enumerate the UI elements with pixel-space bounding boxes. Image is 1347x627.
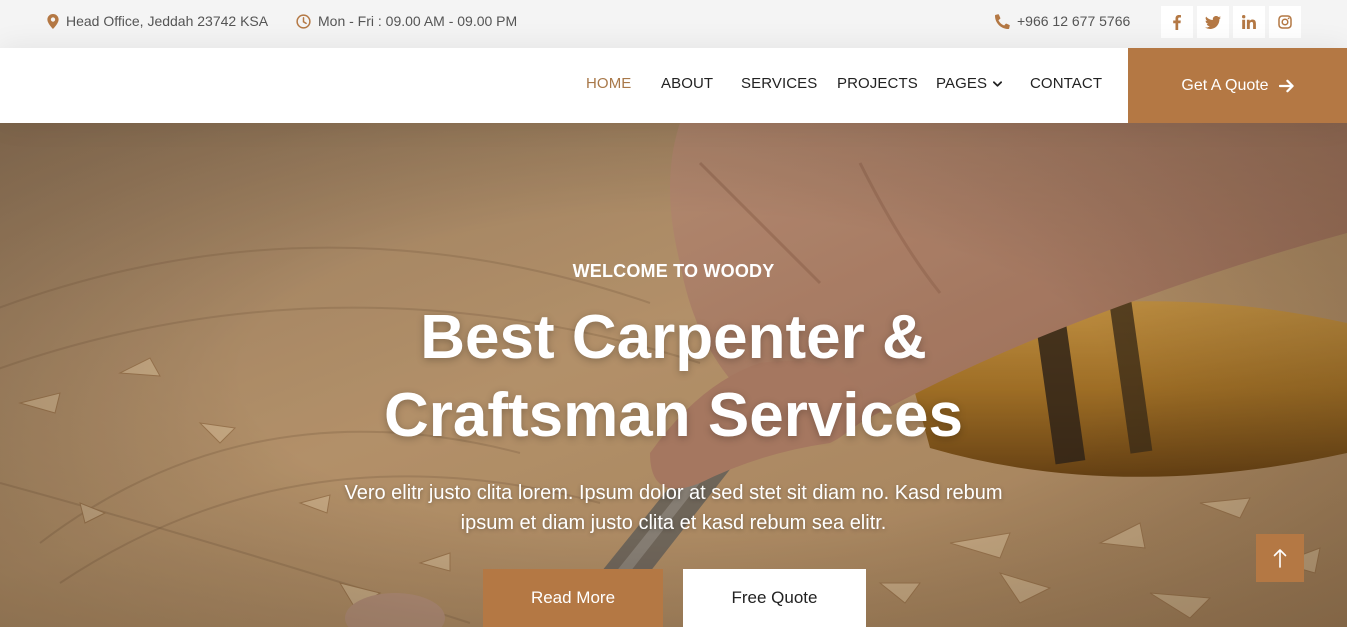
linkedin-icon [1242, 15, 1256, 29]
get-a-quote-label: Get A Quote [1181, 76, 1269, 94]
map-marker-icon [47, 13, 59, 29]
hero-description: Vero elitr justo clita lorem. Ipsum dolo… [300, 478, 1047, 538]
linkedin-link[interactable] [1233, 6, 1265, 38]
back-to-top-button[interactable] [1256, 534, 1304, 582]
social-links [1161, 6, 1305, 38]
hero-description-line-1: Vero elitr justo clita lorem. Ipsum dolo… [344, 482, 1003, 504]
instagram-icon [1278, 15, 1292, 29]
twitter-icon [1205, 15, 1221, 29]
main-navbar: HOME ABOUT SERVICES PROJECTS PAGES CONTA… [0, 48, 1347, 123]
hero-title: Best Carpenter & Craftsman Services [300, 299, 1047, 455]
hero-carousel: WELCOME TO WOODY Best Carpenter & Crafts… [0, 123, 1347, 627]
instagram-link[interactable] [1269, 6, 1301, 38]
phone-icon [995, 13, 1010, 29]
top-bar: Head Office, Jeddah 23742 KSA Mon - Fri … [0, 0, 1347, 48]
hours-info: Mon - Fri : 09.00 AM - 09.00 PM [296, 13, 517, 29]
location-info: Head Office, Jeddah 23742 KSA [47, 13, 268, 29]
arrow-up-icon [1273, 549, 1287, 568]
nav-projects[interactable]: PROJECTS [837, 75, 918, 92]
nav-contact[interactable]: CONTACT [1030, 75, 1102, 92]
phone-text: +966 12 677 5766 [1017, 13, 1131, 29]
hero-title-line-2: Craftsman Services [384, 381, 963, 450]
twitter-link[interactable] [1197, 6, 1229, 38]
arrow-right-icon [1278, 79, 1294, 92]
facebook-icon [1173, 14, 1181, 30]
nav-home[interactable]: HOME [586, 75, 631, 92]
hero-description-line-2: ipsum et diam justo clita et kasd rebum … [460, 512, 887, 534]
nav-pages-dropdown[interactable]: PAGES [936, 75, 1003, 92]
nav-about[interactable]: ABOUT [661, 75, 713, 92]
chevron-down-icon [993, 80, 1003, 87]
read-more-button[interactable]: Read More [483, 569, 663, 627]
hero-subtitle: WELCOME TO WOODY [572, 261, 775, 281]
free-quote-button[interactable]: Free Quote [683, 569, 866, 627]
get-a-quote-button[interactable]: Get A Quote [1128, 48, 1347, 123]
facebook-link[interactable] [1161, 6, 1193, 38]
phone-info[interactable]: +966 12 677 5766 [995, 13, 1130, 29]
location-text: Head Office, Jeddah 23742 KSA [66, 13, 269, 29]
hero-title-line-1: Best Carpenter & [420, 303, 927, 372]
nav-services[interactable]: SERVICES [741, 75, 817, 92]
hours-text: Mon - Fri : 09.00 AM - 09.00 PM [318, 13, 518, 29]
nav-pages-label: PAGES [936, 75, 988, 92]
clock-icon [296, 13, 311, 29]
